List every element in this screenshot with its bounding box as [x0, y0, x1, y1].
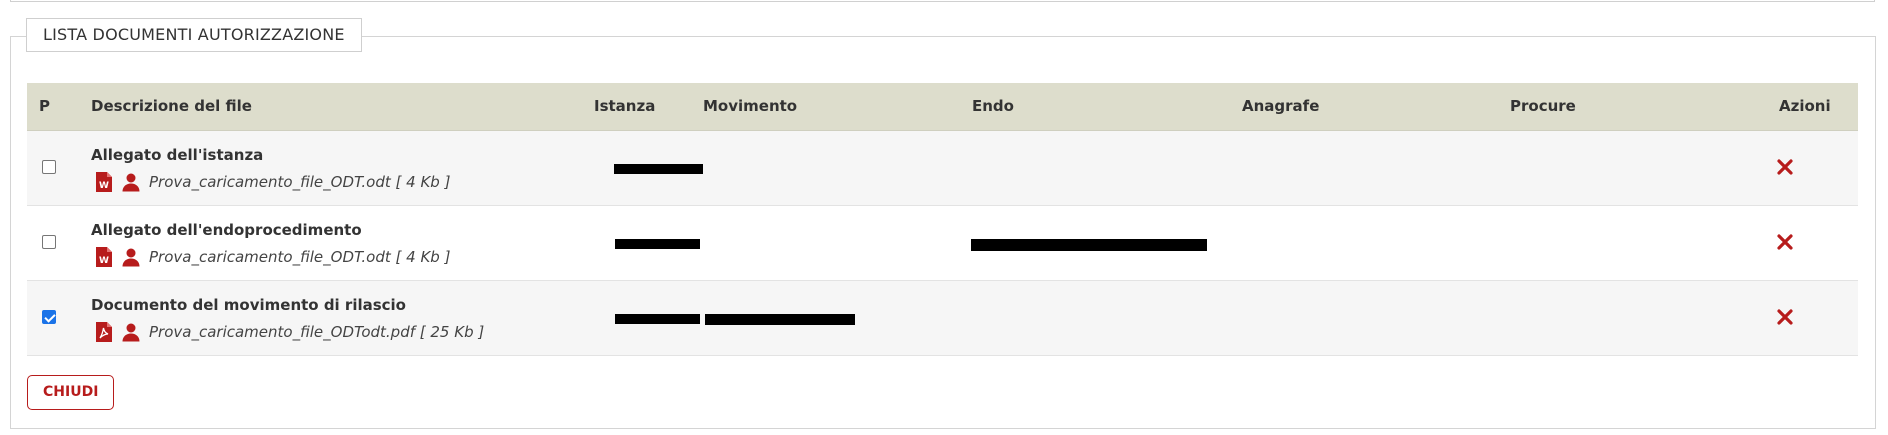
file-name: Prova_caricamento_file_ODT.odt [ 4 Kb ] [149, 248, 451, 266]
row-select-checkbox[interactable] [42, 160, 56, 174]
top-panel-edge [10, 0, 1875, 2]
document-title: Allegato dell'istanza [91, 146, 264, 164]
word-file-icon: W [96, 247, 112, 267]
column-header-procure: Procure [1510, 97, 1576, 115]
user-icon [122, 173, 140, 192]
file-name: Prova_caricamento_file_ODTodt.pdf [ 25 K… [149, 323, 485, 341]
table-row: Allegato dell'endoprocedimento W Prova_c… [27, 206, 1858, 281]
pdf-file-icon [96, 322, 112, 342]
file-link[interactable]: W Prova_caricamento_file_ODT.odt [ 4 Kb … [95, 171, 450, 193]
file-link[interactable]: Prova_caricamento_file_ODTodt.pdf [ 25 K… [95, 321, 484, 343]
close-button[interactable]: CHIUDI [27, 375, 115, 410]
delete-icon[interactable] [1776, 308, 1794, 326]
document-title: Documento del movimento di rilascio [91, 296, 406, 314]
user-icon [122, 248, 140, 267]
svg-text:W: W [99, 256, 109, 266]
file-name: Prova_caricamento_file_ODT.odt [ 4 Kb ] [149, 173, 451, 191]
word-file-icon: W [96, 172, 112, 192]
istanza-value-redacted [615, 239, 700, 249]
user-icon [122, 323, 140, 342]
column-header-azioni: Azioni [1779, 97, 1831, 115]
table-header: P Descrizione del file Istanza Movimento… [27, 83, 1858, 131]
documents-table: P Descrizione del file Istanza Movimento… [27, 83, 1858, 356]
column-header-movimento: Movimento [703, 97, 798, 115]
istanza-value-redacted [615, 314, 700, 324]
delete-icon[interactable] [1776, 233, 1794, 251]
svg-text:W: W [99, 181, 109, 191]
delete-icon[interactable] [1776, 158, 1794, 176]
table-row: Documento del movimento di rilascio Prov… [27, 281, 1858, 356]
column-header-istanza: Istanza [594, 97, 656, 115]
column-header-p: P [39, 97, 50, 115]
document-title: Allegato dell'endoprocedimento [91, 221, 362, 239]
column-header-descrizione: Descrizione del file [91, 97, 252, 115]
file-link[interactable]: W Prova_caricamento_file_ODT.odt [ 4 Kb … [95, 246, 450, 268]
movimento-value-redacted [705, 314, 855, 325]
row-select-checkbox[interactable] [42, 235, 56, 249]
panel-legend: LISTA DOCUMENTI AUTORIZZAZIONE [26, 18, 362, 52]
column-header-endo: Endo [972, 97, 1014, 115]
istanza-value-redacted [614, 164, 703, 174]
column-header-anagrafe: Anagrafe [1242, 97, 1320, 115]
table-row: Allegato dell'istanza W Prova_caricament… [27, 131, 1858, 206]
endo-value-redacted [971, 239, 1207, 251]
row-select-checkbox[interactable] [42, 310, 56, 324]
